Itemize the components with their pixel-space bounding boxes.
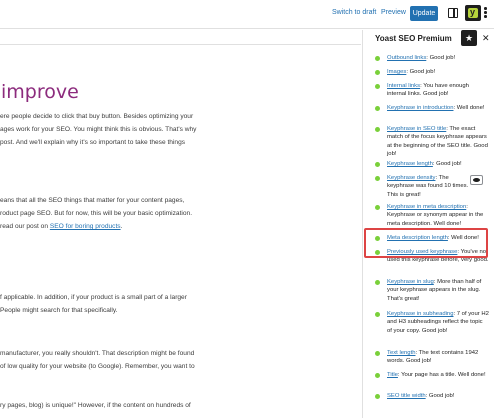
good-status-icon: [375, 56, 380, 61]
good-status-icon: [375, 127, 380, 132]
paragraph-4[interactable]: manufacturer, you really shouldn't. That…: [0, 348, 195, 374]
result-link[interactable]: Text length: [387, 350, 416, 356]
content-heading[interactable]: improve: [1, 81, 79, 103]
close-icon[interactable]: ✕: [482, 33, 490, 44]
analysis-result: Outbound links: Good job!: [375, 54, 489, 62]
result-link[interactable]: Keyphrase density: [387, 175, 435, 181]
analysis-result: Keyphrase length: Good job!: [375, 160, 489, 168]
result-link[interactable]: Internal links: [387, 83, 420, 89]
divider: [0, 44, 361, 45]
sidebar-title: Yoast SEO Premium: [375, 34, 452, 43]
result-link[interactable]: Keyphrase length: [387, 161, 433, 167]
result-link[interactable]: Keyphrase in subheading: [387, 311, 453, 317]
analysis-result: Keyphrase in introduction: Well done!: [375, 104, 489, 112]
good-status-icon: [375, 176, 380, 181]
yoast-sidebar: Yoast SEO Premium ★ ✕ Outbound links: Go…: [362, 30, 494, 418]
update-button[interactable]: Update: [410, 6, 438, 21]
good-status-icon: [375, 162, 380, 167]
preview-button[interactable]: Preview: [381, 9, 406, 16]
paragraph-5[interactable]: ry pages, blog) is unique!" However, if …: [0, 400, 191, 413]
editor-canvas[interactable]: improve ere people decide to click that …: [0, 30, 361, 418]
good-status-icon: [375, 205, 380, 210]
highlight-box: [364, 228, 488, 258]
switch-to-draft-button[interactable]: Switch to draft: [332, 9, 376, 16]
good-status-icon: [375, 351, 380, 356]
good-status-icon: [375, 373, 380, 378]
analysis-result: Images: Good job!: [375, 68, 489, 76]
analysis-result: SEO title width: Good job!: [375, 392, 489, 400]
more-options-icon[interactable]: [484, 7, 487, 19]
analysis-result: Keyphrase in meta description: Keyphrase…: [375, 203, 489, 228]
analysis-result: Keyphrase in subheading: 7 of your H2 an…: [375, 310, 489, 335]
good-status-icon: [375, 280, 380, 285]
analysis-result: Keyphrase in SEO title: The exact match …: [375, 125, 489, 158]
yoast-icon[interactable]: y: [465, 5, 481, 21]
good-status-icon: [375, 70, 380, 75]
good-status-icon: [375, 394, 380, 399]
result-link[interactable]: Keyphrase in slug: [387, 279, 434, 285]
analysis-result: Internal links: You have enough internal…: [375, 82, 489, 99]
editor-top-bar: Switch to draft Preview Update y: [0, 0, 494, 29]
good-status-icon: [375, 84, 380, 89]
result-link[interactable]: Keyphrase in introduction: [387, 105, 453, 111]
paragraph-1[interactable]: ere people decide to click that buy butt…: [0, 111, 196, 150]
paragraph-2[interactable]: eans that all the SEO things that matter…: [0, 195, 192, 234]
seo-boring-products-link[interactable]: SEO for boring products: [50, 223, 121, 230]
good-status-icon: [375, 312, 380, 317]
sidebar-header: Yoast SEO Premium ★ ✕: [363, 30, 494, 50]
paragraph-3[interactable]: f applicable. In addition, if your produ…: [0, 292, 187, 318]
star-icon[interactable]: ★: [461, 30, 477, 46]
result-link[interactable]: Images: [387, 69, 406, 75]
settings-panel-icon[interactable]: [448, 8, 458, 18]
result-link[interactable]: Keyphrase in SEO title: [387, 126, 446, 132]
result-link[interactable]: SEO title width: [387, 393, 426, 399]
analysis-result: Keyphrase in slug: More than half of you…: [375, 278, 489, 303]
result-link[interactable]: Keyphrase in meta description: [387, 204, 466, 210]
result-link[interactable]: Title: [387, 372, 398, 378]
analysis-result: Title: Your page has a title. Well done!: [375, 371, 489, 379]
good-status-icon: [375, 106, 380, 111]
result-link[interactable]: Outbound links: [387, 55, 426, 61]
eye-icon[interactable]: [470, 175, 483, 185]
analysis-result: Text length: The text contains 1942 word…: [375, 349, 489, 366]
